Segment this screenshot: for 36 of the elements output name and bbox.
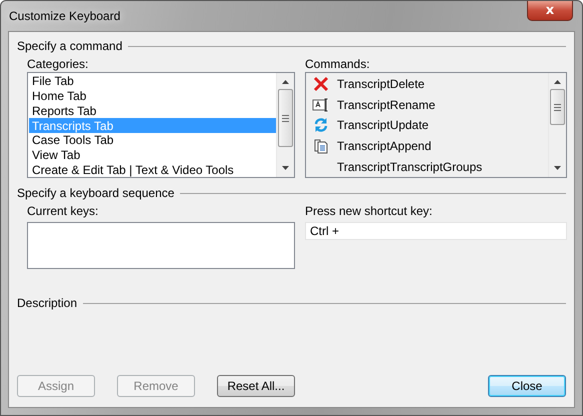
list-item[interactable]: TranscriptDelete — [307, 74, 548, 95]
list-item[interactable]: TranscriptAppend — [307, 136, 548, 156]
list-item[interactable]: Case Tools Tab — [29, 132, 276, 148]
list-item[interactable]: File Tab — [29, 74, 276, 89]
refresh-icon — [313, 117, 329, 134]
field-label: Commands: — [305, 57, 371, 72]
list-item[interactable]: TranscriptUpdate — [307, 115, 548, 136]
scrollbar[interactable] — [276, 73, 294, 177]
window-close-button[interactable]: x — [527, 1, 573, 21]
scroll-up-icon[interactable] — [553, 79, 562, 84]
window-title: Customize Keyboard — [8, 9, 120, 23]
list-item[interactable]: TranscriptTranscriptGroups — [307, 156, 548, 177]
section-heading: Specify a command — [17, 39, 122, 53]
delete-icon — [313, 76, 329, 92]
list-item[interactable]: Home Tab — [29, 88, 276, 104]
shortcut-key-field[interactable]: Ctrl + — [305, 222, 567, 240]
field-label: Current keys: — [27, 204, 100, 219]
list-item[interactable]: Reports Tab — [29, 103, 276, 118]
section-heading: Specify a keyboard sequence — [17, 186, 174, 200]
list-item[interactable]: TranscriptRename — [307, 94, 548, 116]
list-item[interactable]: Create & Edit Tab | Text & Video Tools — [29, 162, 276, 177]
scroll-down-icon[interactable] — [281, 166, 290, 171]
field-label: Categories: — [27, 57, 90, 72]
current-keys-list[interactable] — [27, 222, 295, 269]
list-item[interactable]: View Tab — [29, 148, 276, 162]
dialog-button[interactable]: Close — [488, 375, 566, 397]
scroll-up-icon[interactable] — [281, 79, 290, 84]
documents-icon — [313, 138, 329, 154]
scrollbar[interactable] — [548, 73, 566, 177]
scroll-down-icon[interactable] — [553, 166, 562, 171]
rename-icon — [312, 96, 330, 113]
list-box[interactable]: File Tab Home Tab Reports Tab Transcripts Tab Case Tools Tab View Tab Create & Edit Tab | Text & Video Tools — [27, 72, 295, 178]
list-box[interactable]: TranscriptDelete TranscriptRename TranscriptUpdate TranscriptAppend TranscriptTranscriptGroups — [305, 72, 567, 178]
dialog-button[interactable]: Reset All... — [217, 375, 295, 397]
section-heading: Description — [17, 296, 78, 310]
field-label: Press new shortcut key: — [305, 204, 434, 219]
